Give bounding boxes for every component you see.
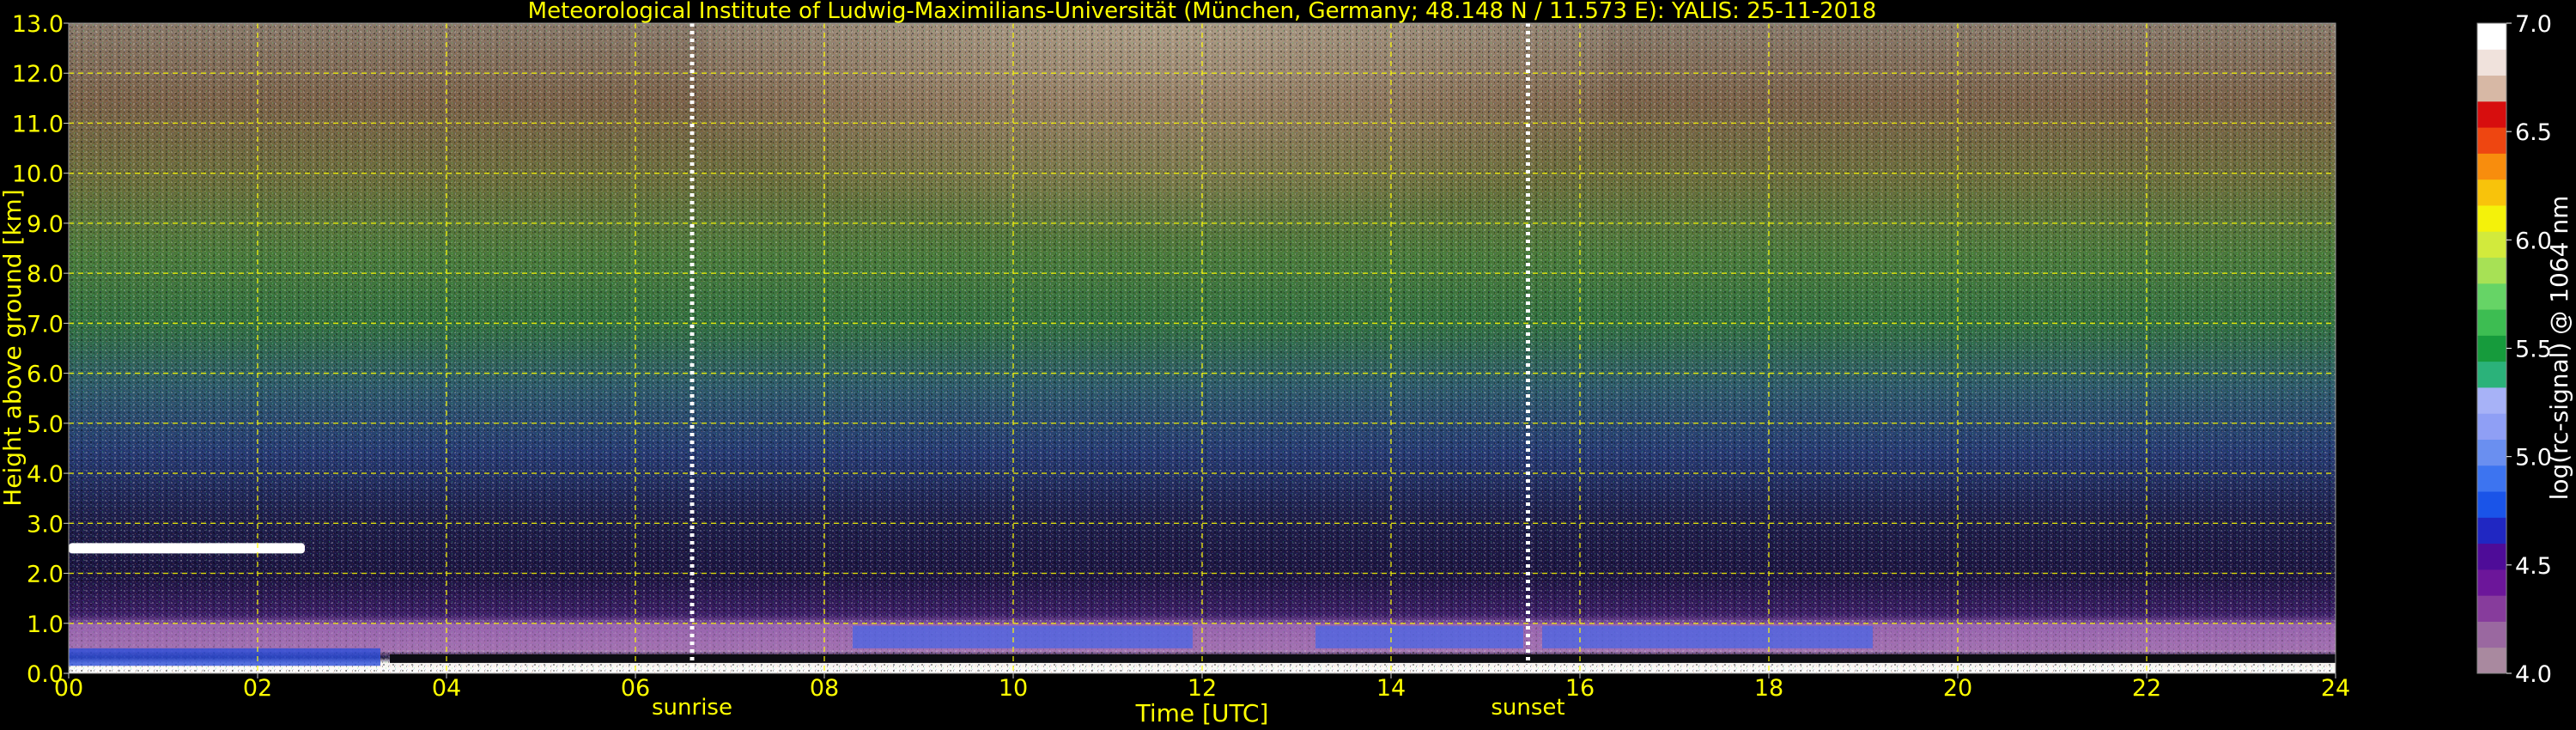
y-tick-label: 10.0: [12, 161, 64, 188]
boundary-layer-mark: [1542, 625, 1873, 648]
marker-label-sunrise: sunrise: [652, 695, 732, 721]
colorbar-segment: [2477, 543, 2506, 570]
colorbar-segment: [2477, 439, 2506, 466]
x-tick-label: 04: [432, 675, 461, 702]
y-tick-label: 8.0: [27, 261, 64, 288]
elevated-layer-mark: [69, 543, 305, 554]
colorbar-segment: [2477, 283, 2506, 310]
colorbar: [2476, 22, 2507, 674]
x-axis-label: Time [UTC]: [1135, 699, 1269, 727]
colorbar-segment: [2477, 23, 2506, 50]
y-tick-label: 11.0: [12, 111, 64, 137]
colorbar-segment: [2477, 413, 2506, 440]
x-tick-label: 24: [2321, 675, 2350, 702]
colorbar-segment: [2477, 179, 2506, 206]
colorbar-tick-label: 6.5: [2515, 119, 2552, 146]
x-axis-ticks: 00 02 04 06 08 10 12 14 16 18 20 22 24: [54, 673, 2350, 702]
colorbar-segment: [2477, 309, 2506, 336]
colorbar-segment: [2477, 257, 2506, 284]
x-tick-label: 18: [1754, 675, 1783, 702]
colorbar-segment: [2477, 491, 2506, 518]
colorbar-segment: [2477, 100, 2506, 128]
y-tick-label: 5.0: [27, 411, 64, 438]
y-tick-label: 12.0: [12, 61, 64, 88]
marker-label-sunset: sunset: [1491, 695, 1564, 721]
y-tick-label: 3.0: [27, 511, 64, 538]
colorbar-segment: [2477, 595, 2506, 622]
colorbar-segment: [2477, 647, 2506, 674]
x-tick-label: 22: [2132, 675, 2161, 702]
x-tick-label: 08: [810, 675, 839, 702]
colorbar-segment: [2477, 49, 2506, 76]
colorbar-tick-label: 7.0: [2515, 11, 2552, 38]
boundary-layer-mark: [853, 625, 1193, 648]
y-tick-label: 9.0: [27, 211, 64, 238]
colorbar-segment: [2477, 386, 2506, 414]
x-tick-label: 12: [1188, 675, 1217, 702]
boundary-layer-mark: [69, 648, 380, 666]
sun-marker-labels: sunrise sunset: [652, 695, 1565, 721]
colorbar-segment: [2477, 569, 2506, 596]
colorbar-tick-label: 4.0: [2515, 661, 2552, 688]
colorbar-segment: [2477, 335, 2506, 362]
y-tick-label: 1.0: [27, 611, 64, 638]
x-tick-label: 16: [1565, 675, 1595, 702]
y-tick-label: 4.0: [27, 461, 64, 488]
boundary-layer-mark: [390, 654, 2336, 663]
boundary-layer-mark: [1315, 625, 1523, 648]
x-tick-label: 10: [999, 675, 1028, 702]
lidar-quicklook: 00 02 04 06 08 10 12 14 16 18 20 22 24 0.01.02.03.04…: [0, 0, 2573, 727]
colorbar-segment: [2477, 621, 2506, 648]
y-tick-label: 6.0: [27, 362, 64, 388]
colorbar-segment: [2477, 465, 2506, 492]
x-tick-label: 02: [243, 675, 272, 702]
x-tick-label: 14: [1376, 675, 1406, 702]
y-tick-label: 13.0: [12, 11, 64, 38]
y-tick-label: 0.0: [27, 661, 64, 688]
colorbar-tick-label: 4.5: [2515, 553, 2552, 580]
colorbar-segment: [2477, 361, 2506, 388]
colorbar-segment: [2477, 75, 2506, 102]
x-tick-label: 20: [1943, 675, 1972, 702]
boundary-layer-mark: [69, 623, 2336, 651]
colorbar-segment: [2477, 231, 2506, 259]
x-tick-label: 06: [621, 675, 650, 702]
colorbar-segment: [2477, 517, 2506, 544]
y-axis-label: Height above ground [km]: [0, 189, 27, 507]
colorbar-label: log(rc-signal) @ 1064 nm: [2545, 196, 2573, 501]
colorbar-segment: [2477, 127, 2506, 154]
colorbar-segment: [2477, 204, 2506, 232]
colorbar-segment: [2477, 153, 2506, 180]
chart-title: Meteorological Institute of Ludwig-Maxim…: [528, 0, 1877, 24]
plot-area: [68, 22, 2336, 674]
y-tick-label: 2.0: [27, 562, 64, 588]
y-tick-label: 7.0: [27, 311, 64, 338]
